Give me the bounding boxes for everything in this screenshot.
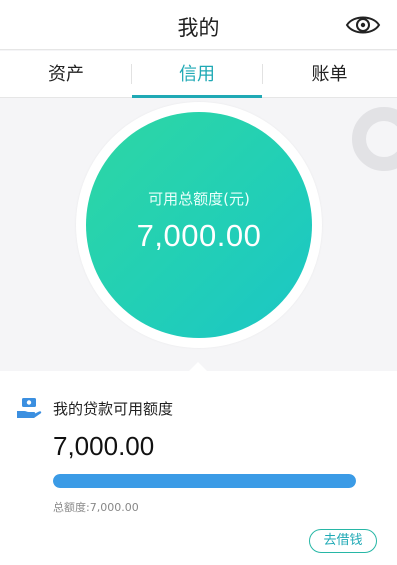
loan-credit-title: 我的贷款可用额度 (53, 400, 174, 418)
decorative-ring (352, 107, 397, 171)
borrow-button[interactable]: 去借钱 (309, 529, 377, 553)
credit-summary: 可用总额度(元) 7,000.00 (0, 99, 397, 371)
available-credit-circle: 可用总额度(元) 7,000.00 (86, 112, 312, 338)
active-tab-indicator (132, 95, 262, 98)
top-bar: 我的 (0, 0, 397, 50)
credit-progress-fill (53, 474, 356, 488)
tab-bills[interactable]: 账单 (262, 51, 397, 98)
credit-progress-bar (53, 474, 356, 488)
total-credit-label: 总额度:7,000.00 (53, 501, 139, 514)
available-credit-amount: 7,000.00 (136, 218, 262, 253)
tab-assets[interactable]: 资产 (0, 51, 132, 98)
loan-credit-amount: 7,000.00 (53, 431, 155, 461)
loan-credit-card: 我的贷款可用额度 7,000.00 总额度:7,000.00 去借钱 (0, 371, 397, 565)
eye-icon[interactable] (345, 10, 381, 40)
card-pointer (189, 362, 207, 371)
tab-bar: 资产 信用 账单 (0, 51, 397, 98)
tab-credit[interactable]: 信用 (132, 51, 262, 98)
available-credit-label: 可用总额度(元) (148, 190, 250, 208)
page-title: 我的 (177, 16, 220, 40)
hand-money-icon (17, 398, 42, 418)
